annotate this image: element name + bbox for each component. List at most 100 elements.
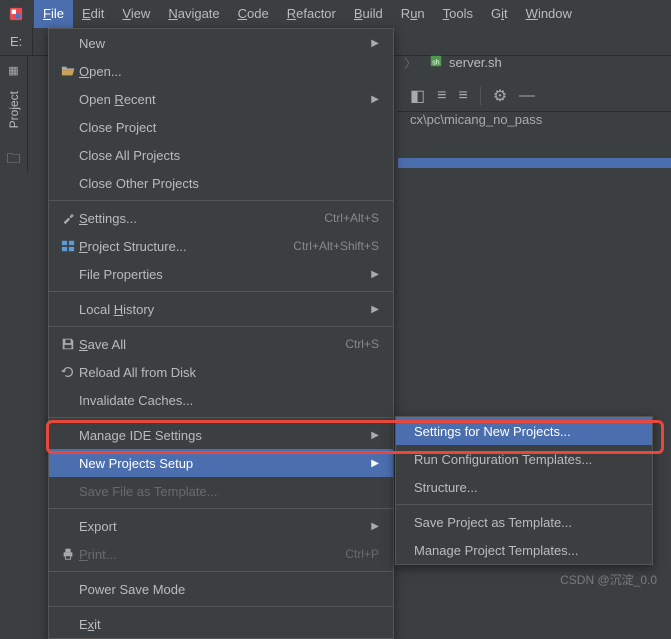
menu-item-label: Invalidate Caches... [79,393,379,408]
menu-item-label: Open Recent [79,92,361,107]
submenu-arrow-icon: ▶ [361,38,379,49]
menu-item-label: New [79,36,361,51]
tab-filename[interactable]: server.sh [449,55,502,70]
reload-icon [57,365,79,379]
folder-icon[interactable]: 🗀 [7,148,21,172]
project-tool-icon[interactable]: ▦ [8,64,18,77]
menu-view[interactable]: View [113,0,159,28]
menu-git[interactable]: Git [482,0,517,28]
menu-item-label: Print... [79,547,325,562]
submenu-settings-for-new-projects[interactable]: Settings for New Projects... [396,417,652,445]
menu-item-label: Save File as Template... [79,484,379,499]
minimize-icon[interactable]: — [519,87,535,105]
menu-item-label: Export [79,519,361,534]
menu-shortcut: Ctrl+Alt+Shift+S [273,239,379,253]
menu-tools[interactable]: Tools [434,0,482,28]
drive-label: E: [0,28,33,56]
menu-item-label: Reload All from Disk [79,365,379,380]
menu-item-label: Local History [79,302,361,317]
submenu-manage-project-templates[interactable]: Manage Project Templates... [396,536,652,564]
file-menu-export[interactable]: Export▶ [49,512,393,540]
path-fragment: cx\pc\micang_no_pass [410,112,542,127]
gear-icon[interactable]: ⚙ [493,86,507,106]
menu-item-label: New Projects Setup [79,456,361,471]
file-menu-close-other-projects[interactable]: Close Other Projects [49,169,393,197]
file-menu-settings[interactable]: Settings...Ctrl+Alt+S [49,204,393,232]
print-icon [57,547,79,561]
menu-item-label: Save All [79,337,325,352]
wrench-icon [57,211,79,225]
menu-separator [49,200,393,201]
tab-separator-icon: 〉 [398,53,423,72]
menu-item-label: Save Project as Template... [414,515,638,530]
menu-item-label: Power Save Mode [79,582,379,597]
submenu-arrow-icon: ▶ [361,304,379,315]
watermark: CSDN @沉淀_0.0 [560,571,657,588]
menu-refactor[interactable]: Refactor [278,0,345,28]
menu-item-label: Manage Project Templates... [414,543,638,558]
menu-item-label: Close Other Projects [79,176,379,191]
svg-text:sh: sh [432,59,440,66]
file-menu-save-file-as-template: Save File as Template... [49,477,393,505]
file-menu-local-history[interactable]: Local History▶ [49,295,393,323]
menu-separator [49,291,393,292]
file-menu-reload-all-from-disk[interactable]: Reload All from Disk [49,358,393,386]
structure-icon [57,239,79,253]
menu-shortcut: Ctrl+Alt+S [304,211,379,225]
toolbar-icon-1[interactable]: ◧ [410,86,425,106]
menu-code[interactable]: Code [229,0,278,28]
file-menu-open-recent[interactable]: Open Recent▶ [49,85,393,113]
menu-item-label: Manage IDE Settings [79,428,361,443]
submenu-save-project-as-template[interactable]: Save Project as Template... [396,508,652,536]
menu-separator [49,606,393,607]
file-menu-file-properties[interactable]: File Properties▶ [49,260,393,288]
file-menu-open[interactable]: Open... [49,57,393,85]
submenu-arrow-icon: ▶ [361,458,379,469]
submenu-arrow-icon: ▶ [361,269,379,280]
file-menu-save-all[interactable]: Save AllCtrl+S [49,330,393,358]
menu-build[interactable]: Build [345,0,392,28]
menu-run[interactable]: Run [392,0,434,28]
menu-window[interactable]: Window [517,0,581,28]
file-menu-print: Print...Ctrl+P [49,540,393,568]
file-menu-manage-ide-settings[interactable]: Manage IDE Settings▶ [49,421,393,449]
submenu-arrow-icon: ▶ [361,430,379,441]
new-projects-setup-submenu: Settings for New Projects... Run Configur… [395,416,653,565]
menu-separator [49,326,393,327]
file-menu-invalidate-caches[interactable]: Invalidate Caches... [49,386,393,414]
submenu-run-configuration-templates[interactable]: Run Configuration Templates... [396,445,652,473]
menu-item-label: Settings for New Projects... [414,424,638,439]
file-menu-new[interactable]: New▶ [49,29,393,57]
file-menu-close-project[interactable]: Close Project [49,113,393,141]
menu-separator [49,508,393,509]
file-menu-project-structure[interactable]: Project Structure...Ctrl+Alt+Shift+S [49,232,393,260]
menu-item-label: Settings... [79,211,304,226]
menu-separator [396,504,652,505]
toolbar-icon-3[interactable]: ≡ [458,87,467,105]
menu-navigate[interactable]: Navigate [159,0,228,28]
file-menu-exit[interactable]: Exit [49,610,393,638]
sidebar-project-label[interactable]: Project [7,91,21,128]
sidebar: ▦ Project 🗀 [0,56,28,172]
menu-file[interactable]: File [34,0,73,28]
menu-item-label: Run Configuration Templates... [414,452,638,467]
submenu-arrow-icon: ▶ [361,94,379,105]
editor-selection-band [398,158,671,168]
menu-item-label: Project Structure... [79,239,273,254]
menu-edit[interactable]: Edit [73,0,113,28]
file-menu-power-save-mode[interactable]: Power Save Mode [49,575,393,603]
open-icon [57,64,79,78]
menu-shortcut: Ctrl+S [325,337,379,351]
menu-separator [49,571,393,572]
submenu-structure[interactable]: Structure... [396,473,652,501]
toolbar-icon-2[interactable]: ≡ [437,87,446,105]
save-icon [57,337,79,351]
menu-item-label: Close All Projects [79,148,379,163]
file-menu-new-projects-setup[interactable]: New Projects Setup▶ [49,449,393,477]
file-menu-close-all-projects[interactable]: Close All Projects [49,141,393,169]
app-logo-icon [4,2,28,26]
menu-separator [49,417,393,418]
menu-item-label: Open... [79,64,379,79]
file-menu: New▶Open...Open Recent▶Close ProjectClos… [48,28,394,639]
menu-item-label: File Properties [79,267,361,282]
